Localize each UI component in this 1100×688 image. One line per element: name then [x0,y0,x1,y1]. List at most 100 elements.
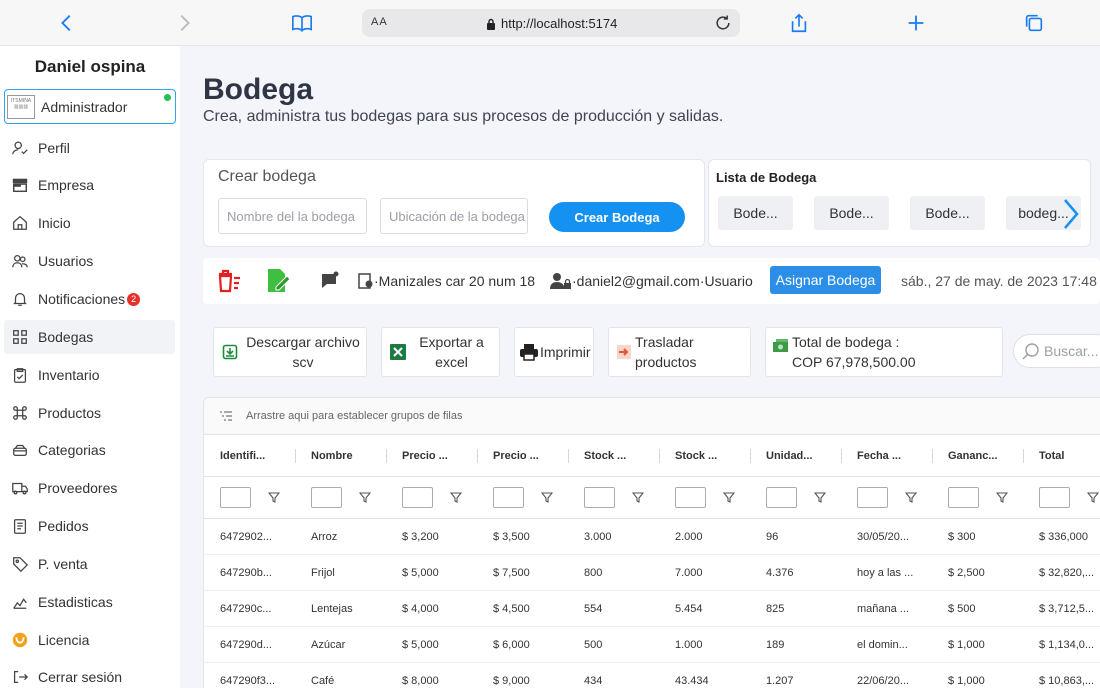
transfer-products-button[interactable]: Trasladar productos [608,327,751,377]
home-icon [10,213,30,233]
column-separator[interactable] [568,449,569,463]
sidebar-item-inventario[interactable]: Inventario [4,358,175,392]
truck-icon [10,478,30,498]
download-csv-button[interactable]: Descargar archivo scv [213,327,367,377]
column-header[interactable]: Stock ... [584,435,626,477]
column-filter-input[interactable] [402,487,433,508]
sidebar-item-label: Categorias [38,442,106,458]
sidebar-item-pedidos[interactable]: Pedidos [4,509,175,543]
reader-mode-button[interactable]: AA [371,16,388,28]
column-header[interactable]: Precio ... [493,435,539,477]
table-cell: $ 336,000 [1039,531,1088,543]
sidebar-item-bodegas[interactable]: Bodegas [4,320,175,354]
warehouse-name-input[interactable]: Nombre del la bodega [218,198,367,234]
table-row[interactable]: 647290f3... Café $ 8,000 $ 9,000 434 43.434 1.… [204,663,1100,688]
export-excel-button[interactable]: Exportar a excel [381,327,500,377]
printer-icon [518,343,540,361]
column-filter-input[interactable] [220,487,251,508]
tabs-button[interactable] [1020,9,1048,37]
column-separator[interactable] [750,449,751,463]
sidebar-item-usuarios[interactable]: Usuarios [4,244,175,278]
role-selector[interactable]: ITSMINA ▥▥▥ Administrador [4,89,176,124]
table-cell: 43.434 [675,675,709,687]
column-separator[interactable] [932,449,933,463]
table-cell: $ 3,500 [493,531,530,543]
filter-icon[interactable] [723,490,735,504]
warehouse-chip[interactable]: Bode... [718,196,793,230]
assign-warehouse-button[interactable]: Asignar Bodega [770,266,881,294]
delete-warehouse-button[interactable] [216,258,242,304]
sidebar-item-notificaciones[interactable]: Notificaciones 2 [4,282,175,316]
filter-icon[interactable] [632,490,644,504]
print-button[interactable]: Imprimir [514,327,594,377]
column-filter-input[interactable] [675,487,706,508]
date-text: sáb., 27 de may. de 2023 17:48 · [901,273,1100,289]
column-filter-input[interactable] [857,487,888,508]
column-separator[interactable] [295,449,296,463]
sidebar-item-categorias[interactable]: Categorias [4,433,175,467]
sidebar-item-estadisticas[interactable]: Estadisticas [4,585,175,619]
warehouse-location-input[interactable]: Ubicación de la bodega [380,198,528,234]
column-header[interactable]: Unidad... [766,435,812,477]
filter-icon[interactable] [814,490,826,504]
column-filter-input[interactable] [1039,487,1070,508]
sidebar-item-licencia[interactable]: Licencia [4,623,175,657]
back-button[interactable] [53,9,81,37]
table-row[interactable]: 647290d... Azúcar $ 5,000 $ 6,000 500 1.000 18… [204,627,1100,663]
bookmarks-button[interactable] [288,9,316,37]
sidebar-item-inicio[interactable]: Inicio [4,206,175,240]
column-header[interactable]: Fecha ... [857,435,901,477]
license-icon [10,630,30,650]
warehouse-chip[interactable]: Bode... [910,196,985,230]
edit-document-icon [268,269,291,292]
search-input[interactable]: Buscar... [1013,334,1100,368]
share-button[interactable] [785,9,813,37]
table-cell: $ 300 [948,531,976,543]
filter-icon[interactable] [905,490,917,504]
column-header[interactable]: Precio ... [402,435,448,477]
address-bar[interactable]: AA http://localhost:5174 [362,9,740,37]
column-separator[interactable] [477,449,478,463]
sidebar-item-punto-venta[interactable]: P. venta [4,547,175,581]
filter-icon[interactable] [541,490,553,504]
column-separator[interactable] [841,449,842,463]
reload-icon[interactable] [713,13,733,33]
edit-warehouse-button[interactable] [265,258,293,304]
sidebar-item-proveedores[interactable]: Proveedores [4,471,175,505]
carousel-next-icon[interactable] [1059,196,1083,232]
column-header[interactable]: Stock ... [675,435,717,477]
create-warehouse-button[interactable]: Crear Bodega [549,202,685,232]
filter-icon[interactable] [268,490,280,504]
column-header[interactable]: Nombre [311,435,353,477]
column-header[interactable]: Identifi... [220,435,265,477]
column-separator[interactable] [659,449,660,463]
table-cell: $ 7,500 [493,567,530,579]
table-row[interactable]: 647290c... Lentejas $ 4,000 $ 4,500 554 5.454… [204,591,1100,627]
forward-button[interactable] [170,9,198,37]
column-filter-input[interactable] [493,487,524,508]
sidebar-item-productos[interactable]: Productos [4,396,175,430]
filter-icon[interactable] [450,490,462,504]
column-filter-input[interactable] [311,487,342,508]
new-tab-button[interactable] [902,9,930,37]
warehouse-chip[interactable]: Bode... [814,196,889,230]
column-header[interactable]: Gananc... [948,435,998,477]
table-cell: 189 [766,639,785,651]
group-panel[interactable]: Arrastre aqui para establecer grupos de … [204,398,1100,435]
sidebar-item-perfil[interactable]: Perfil [4,131,175,165]
filter-icon[interactable] [1087,490,1099,504]
filter-icon[interactable] [996,490,1008,504]
message-button[interactable] [320,258,340,304]
column-filter-input[interactable] [948,487,979,508]
table-row[interactable]: 6472902... Arroz $ 3,200 $ 3,500 3.000 2.000 9… [204,519,1100,555]
column-separator[interactable] [386,449,387,463]
filter-icon[interactable] [359,490,371,504]
sidebar-item-cerrar-sesion[interactable]: Cerrar sesión [4,660,175,688]
table-row[interactable]: 647290b... Frijol $ 5,000 $ 7,500 800 7.000 4.… [204,555,1100,591]
column-header[interactable]: Total [1039,435,1064,477]
column-separator[interactable] [1023,449,1024,463]
column-filter-input[interactable] [584,487,615,508]
column-filter-input[interactable] [766,487,797,508]
table-cell: el domin... [857,639,908,651]
sidebar-item-empresa[interactable]: Empresa [4,168,175,202]
